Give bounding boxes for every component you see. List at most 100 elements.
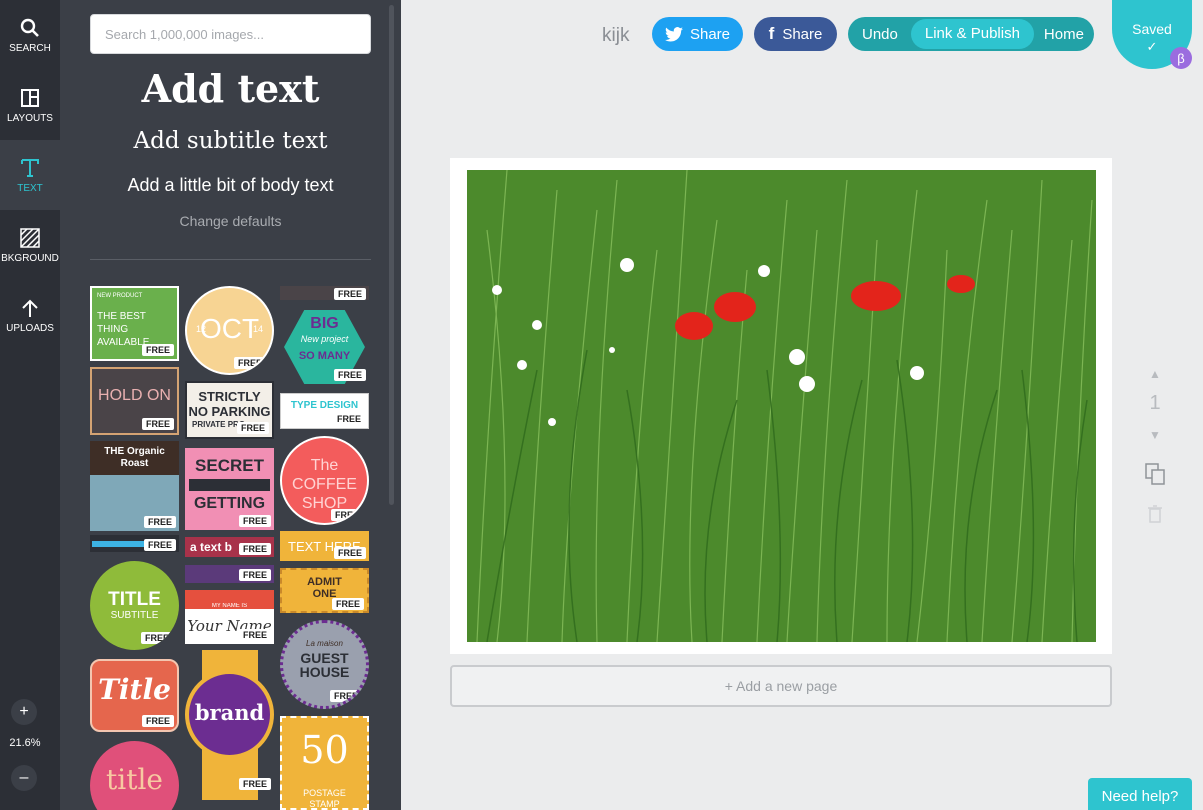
rail-label: LAYOUTS: [7, 112, 53, 124]
background-icon: [19, 227, 41, 249]
text-panel: Add text Add subtitle text Add a little …: [60, 0, 401, 810]
twitter-share-label: Share: [689, 25, 731, 43]
zoom-in-button[interactable]: +: [11, 699, 37, 725]
template-text-here[interactable]: TEXT HERE FREE: [280, 531, 369, 561]
template-oct[interactable]: OCT 12 14 FREE: [185, 286, 274, 375]
template-thin-banner[interactable]: FREE: [280, 286, 369, 300]
free-badge: FREE: [238, 778, 271, 790]
add-subtitle-button[interactable]: Add subtitle text: [60, 128, 401, 154]
template-guest-house[interactable]: La maison GUEST HOUSE FREE: [280, 620, 369, 709]
free-badge: FREE: [238, 543, 271, 555]
page-number: 1: [1149, 392, 1161, 414]
template-text: title: [106, 763, 163, 796]
template-text: ADMIT ONE: [307, 576, 342, 600]
change-defaults-link[interactable]: Change defaults: [60, 213, 401, 229]
template-organic-roast[interactable]: THE Organic Roast FREE: [90, 441, 179, 531]
template-text: POSTAGE STAMP: [303, 788, 346, 809]
free-badge: FREE: [333, 288, 366, 300]
facebook-share-button[interactable]: f Share: [754, 17, 837, 51]
rail-label: UPLOADS: [6, 322, 54, 334]
template-text: MY NAME IS: [185, 603, 274, 609]
rail-layouts[interactable]: LAYOUTS: [0, 70, 60, 140]
template-text: NEW PRODUCT: [97, 293, 143, 299]
twitter-share-button[interactable]: Share: [652, 17, 743, 51]
template-hold-on[interactable]: HOLD ON FREE: [90, 367, 179, 435]
template-title-script[interactable]: Title FREE: [90, 659, 179, 732]
template-postage-stamp[interactable]: 50 POSTAGE STAMP: [280, 716, 369, 810]
text-icon: [19, 157, 41, 179]
template-text: HOLD ON: [98, 387, 171, 404]
free-badge: FREE: [333, 369, 366, 381]
free-badge: FREE: [143, 516, 176, 528]
template-text: GUEST HOUSE: [299, 650, 350, 680]
duplicate-page-icon[interactable]: [1140, 463, 1170, 491]
free-badge: FREE: [238, 515, 271, 527]
template-text: NO PARKING: [188, 404, 271, 419]
design-page[interactable]: [450, 158, 1112, 654]
template-text: TYPE DESIGN: [290, 400, 359, 411]
zoom-out-button[interactable]: –: [11, 765, 37, 791]
move-page-down-icon[interactable]: ▼: [1140, 428, 1170, 442]
template-text: TITLE: [108, 589, 161, 610]
need-help-button[interactable]: Need help?: [1088, 778, 1192, 810]
template-text: GETTING: [193, 495, 266, 512]
template-title-subtitle[interactable]: TITLE SUBTITLE FREE: [90, 561, 179, 650]
image-search-input[interactable]: [90, 14, 371, 54]
template-text: brand: [194, 700, 265, 725]
beta-badge[interactable]: β: [1170, 47, 1192, 69]
template-text: SUBTITLE: [110, 610, 159, 621]
template-text: La maison: [306, 639, 343, 648]
free-badge: FREE: [141, 715, 174, 727]
move-page-up-icon[interactable]: ▲: [1140, 367, 1170, 381]
undo-button[interactable]: Undo: [862, 26, 898, 43]
template-new-product[interactable]: NEW PRODUCT THE BEST THING AVAILABLE FRE…: [90, 286, 179, 361]
facebook-icon: f: [768, 24, 775, 43]
template-brand[interactable]: brand FREE: [185, 650, 274, 800]
template-text: THE Organic Roast: [104, 446, 165, 469]
template-coffee-shop[interactable]: The COFFEE SHOP FREE: [280, 436, 369, 525]
template-big-project[interactable]: BIG New project SO MANY FREE: [280, 310, 369, 384]
template-a-text-box[interactable]: a text b FREE: [185, 537, 274, 557]
template-text-here-ribbon[interactable]: FREE: [185, 565, 274, 583]
free-badge: FREE: [238, 569, 271, 581]
delete-page-icon[interactable]: [1140, 505, 1170, 529]
rail-label: TEXT: [17, 182, 43, 194]
rail-uploads[interactable]: UPLOADS: [0, 280, 60, 350]
search-icon: [19, 17, 41, 39]
link-publish-button[interactable]: Link & Publish: [910, 19, 1034, 49]
action-button-group: Undo Link & Publish Home: [848, 17, 1094, 51]
poppy-field-image[interactable]: [467, 170, 1096, 642]
panel-scrollbar[interactable]: [389, 5, 394, 505]
home-button[interactable]: Home: [1044, 26, 1084, 43]
template-secret[interactable]: SECRET GETTING FREE: [185, 448, 274, 530]
template-text: BIG: [310, 315, 339, 332]
template-text: HELLO: [210, 590, 249, 602]
free-badge: FREE: [233, 357, 266, 369]
template-no-parking[interactable]: STRICTLY NO PARKING PRIVATE PRO FREE: [185, 381, 274, 439]
free-badge: FREE: [236, 422, 269, 434]
template-text: New project: [300, 334, 349, 344]
add-heading-button[interactable]: Add text: [60, 66, 401, 111]
template-admit-one[interactable]: ADMIT ONE FREE: [280, 568, 369, 613]
upload-icon: [19, 297, 41, 319]
free-badge: FREE: [329, 690, 362, 702]
template-highlighter[interactable]: FREE: [90, 535, 179, 552]
add-new-page-button[interactable]: + Add a new page: [450, 665, 1112, 707]
template-text: Title: [98, 673, 171, 706]
panel-divider: [90, 259, 371, 260]
template-text: SO MANY: [298, 350, 351, 362]
saved-label: Saved: [1132, 21, 1172, 37]
template-text: 50: [300, 728, 349, 772]
template-hello-name[interactable]: HELLO MY NAME IS Your Name FREE: [185, 590, 274, 644]
template-type-design[interactable]: TYPE DESIGN FREE: [280, 393, 369, 429]
add-body-text-button[interactable]: Add a little bit of body text: [60, 175, 401, 196]
template-title-round[interactable]: title: [90, 741, 179, 810]
template-text: The COFFEE SHOP: [292, 457, 357, 512]
free-badge: FREE: [332, 413, 365, 425]
rail-label: BKGROUND: [1, 252, 59, 264]
rail-text[interactable]: TEXT: [0, 140, 60, 210]
rail-background[interactable]: BKGROUND: [0, 210, 60, 280]
free-badge: FREE: [238, 629, 271, 641]
rail-search[interactable]: SEARCH: [0, 0, 60, 70]
document-title[interactable]: kijk: [602, 25, 629, 47]
